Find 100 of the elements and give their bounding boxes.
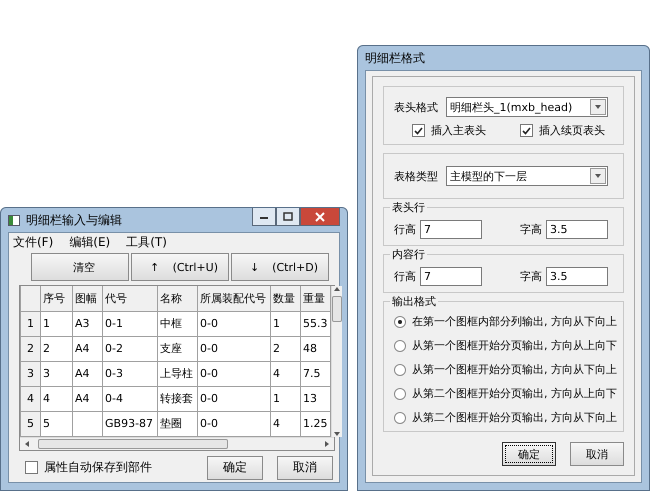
close-button[interactable]	[300, 208, 340, 226]
move-button[interactable]: ↑ (Ctrl+U)	[131, 253, 229, 281]
table-cell: 0-0	[198, 411, 270, 436]
table-cell: 0-0	[198, 386, 270, 411]
table-cell: 48	[300, 336, 330, 361]
row-number: 2	[20, 336, 40, 361]
table-cell: 0-0	[198, 361, 270, 386]
table-cell: 1	[270, 386, 300, 411]
table-cell: A4	[72, 361, 102, 386]
table-cell: A4	[72, 336, 102, 361]
field-label: 表头格式	[394, 100, 438, 114]
table-cell: 4	[270, 361, 300, 386]
field-label: 字高	[520, 222, 542, 237]
menu-item[interactable]: 编辑(E)	[69, 234, 110, 251]
table-cell: A3	[72, 311, 102, 336]
table-cell: 1.25	[300, 411, 330, 436]
dropdown-arrow-icon[interactable]	[594, 173, 602, 179]
close-icon	[315, 212, 325, 222]
table-cell: 垫圈	[158, 411, 198, 436]
column-header: 代号	[102, 286, 158, 311]
table-cell: 0-0	[198, 311, 270, 336]
table-cell: 0-3	[102, 361, 158, 386]
dropdown-arrow-icon[interactable]	[594, 104, 602, 110]
dialog-button[interactable]: 取消	[570, 442, 624, 466]
dialog-button[interactable]: 确定	[207, 456, 263, 480]
input-field[interactable]: 7	[420, 220, 482, 239]
horizontal-scrollbar[interactable]	[20, 436, 334, 450]
input-field[interactable]: 3.5	[546, 267, 608, 286]
radio-label: 从第二个图框开始分页输出, 方向从下向上	[412, 410, 617, 425]
field-label: 行高	[394, 269, 416, 284]
table-cell	[72, 411, 102, 436]
radio-button[interactable]	[394, 412, 406, 424]
window-title: 明细栏输入与编辑	[26, 212, 122, 228]
minimize-button[interactable]	[252, 208, 276, 226]
menu-item[interactable]: 工具(T)	[126, 234, 167, 251]
input-field[interactable]: 7	[420, 267, 482, 286]
input-field[interactable]: 3.5	[546, 220, 608, 239]
scrollbar-thumb[interactable]	[332, 296, 342, 322]
table-cell: 0-0	[198, 336, 270, 361]
radio-label: 在第一个图框内部分列输出, 方向从下向上	[412, 314, 617, 329]
row-number: 4	[20, 386, 40, 411]
radio-label: 从第一个图框开始分页输出, 方向从下向上	[412, 362, 617, 377]
radio-button[interactable]	[394, 316, 406, 328]
group-legend: 内容行	[390, 247, 427, 262]
group-legend: 输出格式	[390, 294, 438, 309]
table-cell: 支座	[158, 336, 198, 361]
table-cell: 55.3	[300, 311, 330, 336]
table-cell: 转接套	[158, 386, 198, 411]
table-cell: 5	[40, 411, 72, 436]
radio-label: 从第二个图框开始分页输出, 方向从上向下	[412, 386, 617, 401]
checkbox[interactable]	[412, 124, 425, 137]
table-cell: 1	[40, 311, 72, 336]
table-cell: GB93-87	[102, 411, 158, 436]
table-cell: 上导柱	[158, 361, 198, 386]
scroll-down-icon[interactable]	[333, 430, 341, 436]
table-cell: 2	[40, 336, 72, 361]
dialog-button[interactable]: 确定	[502, 442, 556, 466]
table-cell: 4	[270, 411, 300, 436]
scrollbar-thumb[interactable]	[38, 438, 228, 448]
field-label: 字高	[520, 269, 542, 284]
scroll-up-icon[interactable]	[333, 286, 341, 292]
scroll-right-icon[interactable]	[324, 440, 330, 448]
table-cell: 4	[40, 386, 72, 411]
column-header: 数量	[270, 286, 300, 311]
radio-button[interactable]	[394, 388, 406, 400]
window-title: 明细栏格式	[365, 50, 425, 66]
dropdown[interactable]: 主模型的下一层	[446, 166, 608, 186]
clear-button[interactable]: 清空	[31, 253, 129, 281]
check-icon	[414, 126, 423, 134]
menu-item[interactable]: 文件(F)	[13, 234, 54, 251]
checkbox-label: 插入主表头	[431, 123, 486, 138]
column-header: 名称	[158, 286, 198, 311]
table-cell: 0-4	[102, 386, 158, 411]
move-button[interactable]: ↓ (Ctrl+D)	[231, 253, 329, 281]
dropdown[interactable]: 明细栏头_1(mxb_head)	[446, 97, 608, 117]
dialog-button[interactable]: 取消	[277, 456, 333, 480]
app-icon	[8, 214, 20, 226]
table-cell: 2	[270, 336, 300, 361]
check-icon	[522, 126, 531, 134]
table-cell: 13	[300, 386, 330, 411]
table-cell: 0-1	[102, 311, 158, 336]
maximize-icon	[283, 212, 293, 221]
radio-button[interactable]	[394, 340, 406, 352]
table-cell: 7.5	[300, 361, 330, 386]
table-cell: 0-2	[102, 336, 158, 361]
maximize-button[interactable]	[276, 208, 300, 226]
field-label: 行高	[394, 222, 416, 237]
column-header: 序号	[40, 286, 72, 311]
checkbox[interactable]	[520, 124, 533, 137]
radio-label: 从第一个图框开始分页输出, 方向从上向下	[412, 338, 617, 353]
checkbox[interactable]	[25, 461, 38, 474]
table-cell: 3	[40, 361, 72, 386]
checkbox-label: 插入续页表头	[539, 123, 605, 138]
row-number: 5	[20, 411, 40, 436]
column-header: 所属装配代号	[198, 286, 270, 311]
scroll-left-icon[interactable]	[24, 440, 30, 448]
vertical-scrollbar[interactable]	[331, 286, 342, 436]
radio-button[interactable]	[394, 364, 406, 376]
checkbox-label: 属性自动保存到部件	[44, 459, 152, 476]
row-number: 3	[20, 361, 40, 386]
